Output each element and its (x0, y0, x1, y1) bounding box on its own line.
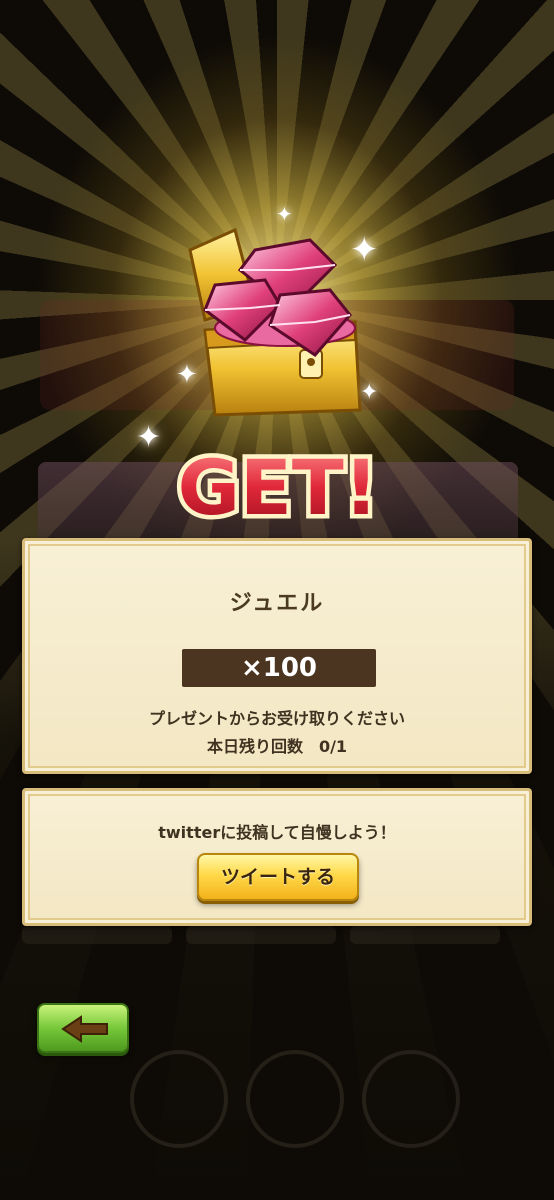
get-banner: GET! (150, 439, 406, 537)
reward-item-name: ジュエル (229, 591, 325, 616)
daily-remaining-count: 本日残り回数 0/1 (206, 737, 348, 756)
background-tabs (22, 926, 532, 956)
get-banner-text: GET! (178, 443, 379, 532)
share-prompt: twitterに投稿して自慢しよう！ (158, 823, 396, 842)
reward-amount: ×100 (182, 649, 376, 687)
share-panel: twitterに投稿して自慢しよう！ ツイートする (22, 788, 532, 926)
tweet-button[interactable]: ツイートする (197, 853, 359, 901)
treasure-chest-icon: ✦ ✦ ✦ ✦ ✦ (136, 202, 379, 455)
back-button[interactable] (37, 1003, 129, 1053)
background-menu-icons (130, 1050, 478, 1152)
reward-receive-note: プレゼントからお受け取りください (148, 709, 405, 728)
reward-panel: ジュエル ×100 プレゼントからお受け取りください 本日残り回数 0/1 (22, 538, 532, 774)
back-arrow-icon (61, 1015, 108, 1043)
